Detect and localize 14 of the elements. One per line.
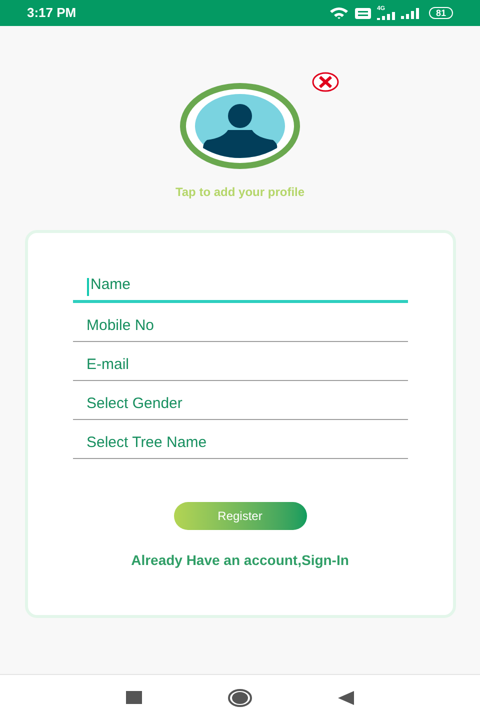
field-placeholder: Select Tree Name	[86, 432, 207, 452]
battery-indicator: 81	[428, 7, 453, 19]
sign-in-link[interactable]: Already Have an account,Sign-In	[131, 550, 349, 571]
input-field[interactable]: E-mail	[72, 342, 408, 381]
input-field[interactable]: Mobile No	[72, 303, 408, 342]
input-field[interactable]: Select Tree Name	[72, 420, 408, 459]
field-placeholder: Mobile No	[86, 316, 154, 336]
field-placeholder: Select Gender	[86, 394, 182, 414]
field-placeholder: Name	[90, 274, 131, 294]
register-button[interactable]: Register	[174, 502, 306, 530]
status-time: 3:17 PM	[27, 4, 76, 22]
input-field[interactable]: Select Gender	[72, 381, 408, 420]
input-field[interactable]: Name	[72, 264, 408, 303]
field-placeholder: E-mail	[86, 354, 130, 374]
